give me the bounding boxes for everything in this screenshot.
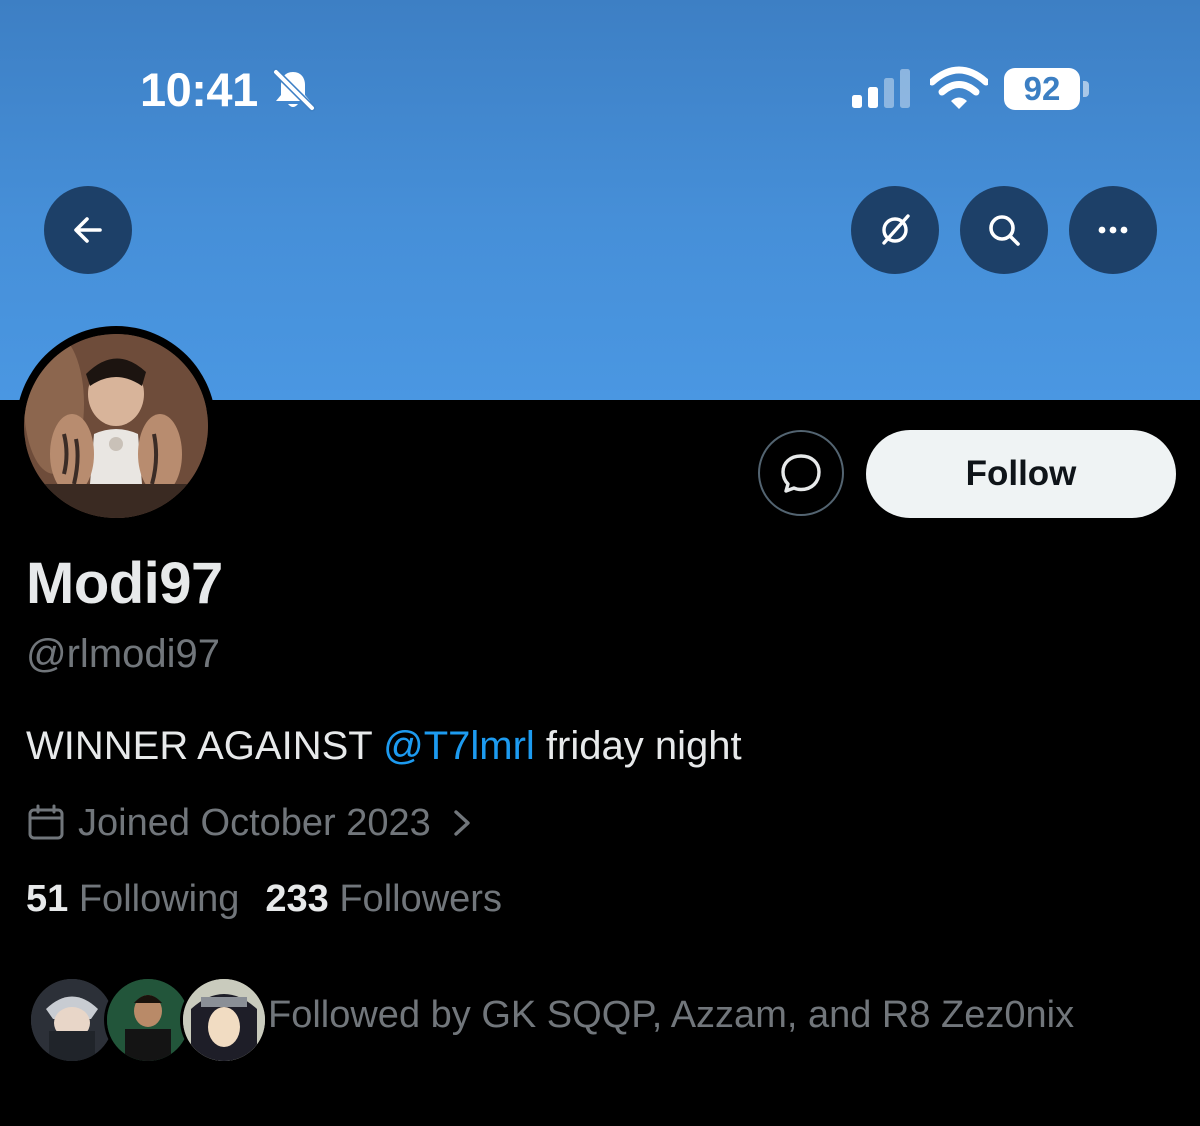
bio-mention-link[interactable]: @T7lmrl: [383, 724, 535, 768]
bio-text-suffix: friday night: [534, 724, 742, 768]
back-arrow-icon: [74, 217, 102, 243]
status-time: 10:41: [140, 63, 258, 116]
more-button[interactable]: [1069, 186, 1157, 274]
followers-link[interactable]: 233 Followers: [265, 878, 502, 920]
follower-avatar-3: [180, 976, 268, 1064]
followed-by-text[interactable]: Followed by GK SQQP, Azzam, and R8 Zez0n…: [268, 994, 1074, 1037]
following-link[interactable]: 51 Following: [26, 878, 239, 920]
wifi-icon: [930, 66, 988, 109]
handle: @rlmodi97: [26, 632, 221, 676]
search-icon: [989, 215, 1020, 246]
profile-avatar[interactable]: [24, 334, 208, 518]
back-button[interactable]: [44, 186, 132, 274]
follower-avatar-1: [28, 976, 116, 1064]
display-name: Modi97: [26, 551, 223, 616]
calendar-icon: [28, 804, 64, 840]
followers-label: Followers: [339, 878, 502, 920]
avatar-photo: [24, 334, 208, 518]
search-button[interactable]: [960, 186, 1048, 274]
grok-button[interactable]: [851, 186, 939, 274]
joined-date: Joined October 2023: [78, 801, 431, 844]
following-count: 51: [26, 878, 69, 920]
bio: WINNER AGAINST @T7lmrl friday night: [26, 724, 742, 769]
battery-level: 92: [1023, 70, 1061, 107]
chevron-right-icon: [454, 810, 470, 836]
bell-slash-icon: [272, 68, 316, 112]
signal-icon: [852, 69, 910, 108]
follow-counts: 51 Following 233 Followers: [26, 878, 502, 921]
follower-avatar-2: [104, 976, 192, 1064]
followed-by-avatars[interactable]: [28, 976, 268, 1068]
bio-text-prefix: WINNER AGAINST: [26, 724, 384, 768]
battery-icon: 92: [1004, 68, 1092, 110]
message-button[interactable]: [758, 430, 844, 516]
followers-count: 233: [265, 878, 329, 920]
battery-tip: [1083, 81, 1089, 97]
profile-avatar-frame[interactable]: [16, 326, 216, 526]
status-bar: 10:41 92: [0, 0, 1200, 180]
follow-button[interactable]: Follow: [866, 430, 1176, 518]
joined-date-row[interactable]: Joined October 2023: [26, 800, 475, 846]
following-label: Following: [78, 878, 240, 920]
grok-icon: [882, 214, 910, 245]
message-icon: [781, 454, 821, 493]
more-icon: [1098, 226, 1128, 234]
